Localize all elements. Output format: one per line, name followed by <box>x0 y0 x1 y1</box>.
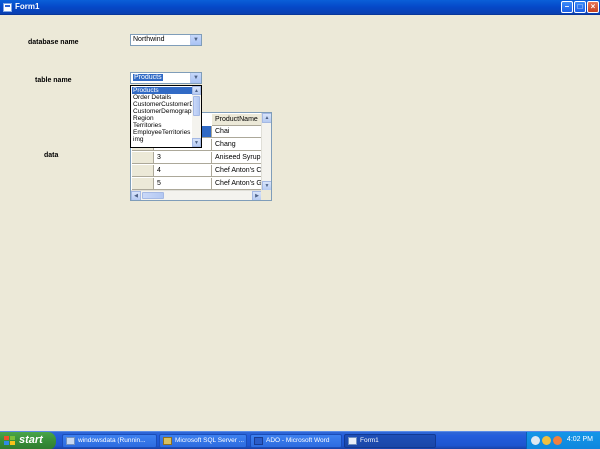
taskbar-item-label: windowsdata (Runnin... <box>78 437 146 444</box>
alert-icon[interactable] <box>542 436 551 445</box>
scroll-corner <box>261 190 271 200</box>
data-label: data <box>44 152 59 159</box>
taskbar-item-label: ADO - Microsoft Word <box>266 437 330 444</box>
network-icon[interactable] <box>531 436 540 445</box>
scroll-left-icon[interactable]: ◀ <box>131 191 141 200</box>
system-tray: 4:02 PM <box>526 432 600 449</box>
form-body: database name table name data Northwind … <box>0 15 600 431</box>
security-icon[interactable] <box>553 436 562 445</box>
dropdown-item[interactable]: CustomerDemograph <box>132 108 192 115</box>
scroll-down-icon[interactable]: ▼ <box>192 138 201 147</box>
column-header-productname[interactable]: ProductName <box>212 114 262 126</box>
scroll-thumb[interactable] <box>142 192 164 199</box>
taskbar-item-word[interactable]: ADO - Microsoft Word <box>250 434 342 448</box>
dropdown-item[interactable]: CustomerCustomerDe <box>132 101 192 108</box>
dropdown-scrollbar[interactable]: ▲ ▼ <box>192 86 201 147</box>
cell-productname[interactable]: Aniseed Syrup <box>212 152 262 164</box>
scroll-thumb[interactable] <box>193 96 200 116</box>
table-combo-dropdown[interactable]: Products Order Details CustomerCustomerD… <box>130 85 202 148</box>
dropdown-item[interactable]: Region <box>132 115 192 122</box>
cell-id[interactable]: 3 <box>154 152 212 164</box>
row-header[interactable] <box>132 165 154 177</box>
close-button[interactable]: × <box>587 1 599 13</box>
taskbar-item-sql-server[interactable]: Microsoft SQL Server ... <box>159 434 247 448</box>
taskbar-item-label: Microsoft SQL Server ... <box>175 437 245 444</box>
database-name-label: database name <box>28 39 79 46</box>
taskbar-item-form1[interactable]: Form1 <box>344 434 436 448</box>
table-row[interactable]: 4 Chef Anton's Ca <box>132 165 262 177</box>
word-icon <box>254 437 263 445</box>
windows-logo-icon <box>4 436 15 446</box>
start-label: start <box>19 434 43 446</box>
clock[interactable]: 4:02 PM <box>567 436 593 443</box>
table-row[interactable]: 5 Chef Anton's Gu <box>132 178 262 190</box>
window-title: Form1 <box>15 2 40 11</box>
table-name-label: table name <box>35 77 72 84</box>
chevron-down-icon[interactable]: ▼ <box>190 73 201 83</box>
app-icon <box>163 437 172 445</box>
app-icon <box>66 437 75 445</box>
cell-productname[interactable]: Chef Anton's Gu <box>212 178 262 190</box>
minimize-button[interactable]: – <box>561 1 573 13</box>
row-header[interactable] <box>132 178 154 190</box>
database-combo[interactable]: Northwind ▼ <box>130 34 202 46</box>
dropdown-item[interactable]: Order Details <box>132 94 192 101</box>
cell-productname[interactable]: Chai <box>212 126 262 138</box>
cell-productname[interactable]: Chef Anton's Ca <box>212 165 262 177</box>
database-combo-value: Northwind <box>133 36 165 43</box>
table-combo[interactable]: Products ▼ <box>130 72 202 84</box>
taskbar-item-windowsdata[interactable]: windowsdata (Runnin... <box>62 434 157 448</box>
cell-id[interactable]: 5 <box>154 178 212 190</box>
start-button[interactable]: start <box>0 432 56 449</box>
table-row[interactable]: 3 Aniseed Syrup <box>132 152 262 164</box>
app-icon <box>348 437 357 445</box>
window-icon[interactable] <box>3 3 12 12</box>
cell-productname[interactable]: Chang <box>212 139 262 151</box>
chevron-down-icon[interactable]: ▼ <box>190 35 201 45</box>
dropdown-item[interactable]: Products <box>132 87 192 94</box>
scroll-up-icon[interactable]: ▲ <box>192 86 201 95</box>
title-bar[interactable]: Form1 – □ × <box>0 0 600 15</box>
taskbar-item-label: Form1 <box>360 437 379 444</box>
taskbar: start windowsdata (Runnin... Microsoft S… <box>0 431 600 449</box>
cell-id[interactable]: 4 <box>154 165 212 177</box>
dropdown-item[interactable]: Territories <box>132 122 192 129</box>
grid-vertical-scrollbar[interactable]: ▲ ▼ <box>261 113 271 191</box>
grid-horizontal-scrollbar[interactable]: ◀ ▶ <box>131 190 262 200</box>
maximize-button[interactable]: □ <box>574 1 586 13</box>
table-combo-value: Products <box>133 74 163 81</box>
row-header[interactable] <box>132 152 154 164</box>
dropdown-item[interactable]: EmployeeTerritories <box>132 129 192 136</box>
scroll-up-icon[interactable]: ▲ <box>262 113 271 123</box>
dropdown-item[interactable]: img <box>132 136 192 143</box>
